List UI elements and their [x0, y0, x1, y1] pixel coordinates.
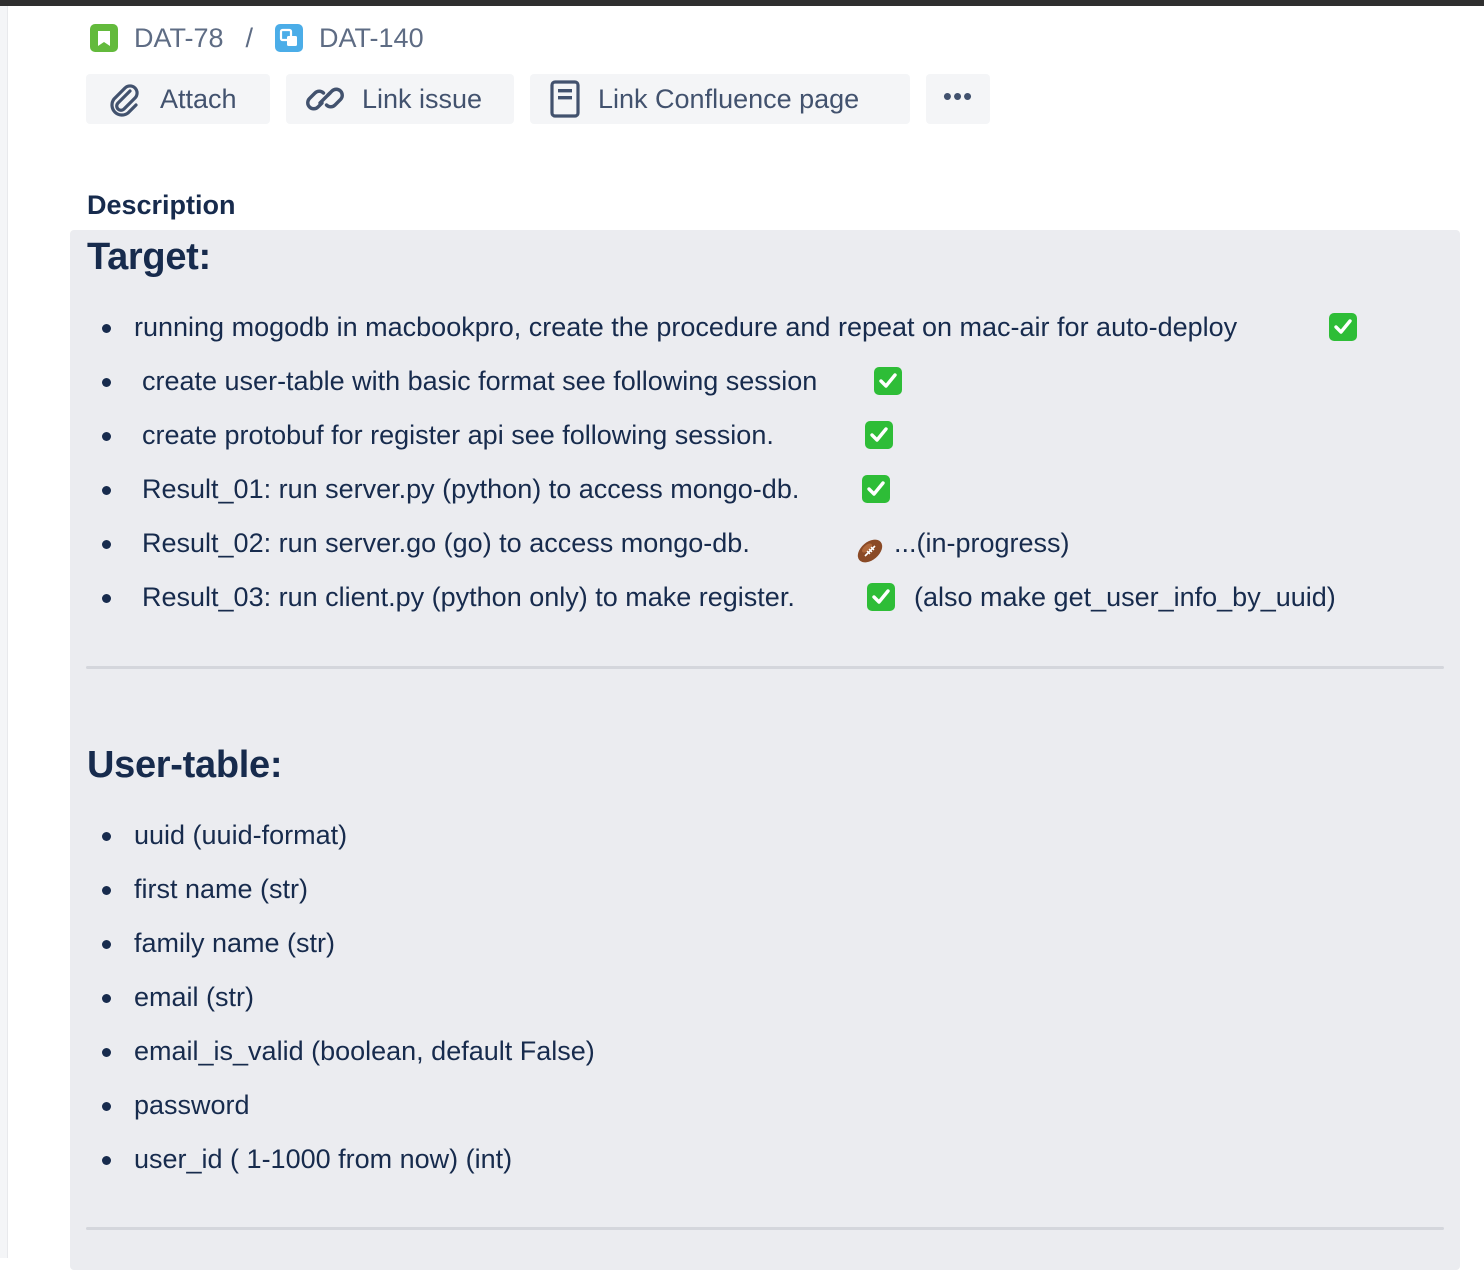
check-mark-icon: [865, 421, 893, 449]
list-item-text: Result_01: run server.py (python) to acc…: [142, 474, 800, 504]
list-item-note: (also make get_user_info_by_uuid): [914, 582, 1336, 612]
breadcrumb-current-issue[interactable]: DAT-140: [275, 23, 424, 54]
list-item-text: create protobuf for register api see fol…: [142, 420, 774, 450]
list-item-text: email_is_valid (boolean, default False): [134, 1036, 595, 1066]
link-icon: [306, 81, 344, 117]
attach-label: Attach: [160, 83, 237, 114]
more-actions-button[interactable]: •••: [926, 74, 990, 124]
link-issue-label: Link issue: [362, 83, 483, 114]
horizontal-rule: [86, 666, 1444, 669]
subtask-icon: [275, 24, 304, 52]
description-editor[interactable]: Target: running mogodb in macbookpro, cr…: [70, 230, 1460, 1270]
list-item-text: uuid (uuid-format): [134, 820, 348, 850]
link-confluence-page-label: Link Confluence page: [598, 83, 860, 114]
list-item-text: email (str): [134, 982, 254, 1012]
in-progress-note: ...(in-progress): [894, 528, 1070, 558]
description-label: Description: [87, 190, 236, 220]
document-icon: [550, 80, 580, 118]
list-item-text: family name (str): [134, 928, 336, 958]
breadcrumb-separator: /: [245, 22, 254, 53]
user-table-heading: User-table:: [87, 744, 283, 786]
list-item-text: password: [134, 1090, 250, 1120]
link-issue-button[interactable]: Link issue: [286, 74, 514, 124]
story-icon: [90, 24, 118, 52]
target-heading: Target:: [87, 236, 211, 278]
list-item-text: running mogodb in macbookpro, create the…: [134, 312, 1238, 342]
issue-action-toolbar: Attach Link issue Link Confluence page •…: [86, 74, 990, 124]
paperclip-icon: [106, 81, 142, 117]
check-mark-icon: [874, 367, 902, 395]
breadcrumb-parent-label: DAT-78: [134, 22, 224, 53]
link-confluence-page-button[interactable]: Link Confluence page: [530, 74, 910, 124]
list-item-text: Result_03: run client.py (python only) t…: [142, 582, 795, 612]
list-item-text: Result_02: run server.go (go) to access …: [142, 528, 750, 558]
horizontal-rule: [86, 1227, 1444, 1230]
football-icon: [855, 529, 885, 563]
breadcrumb: DAT-78 / DAT-140: [90, 20, 424, 56]
list-item-text: first name (str): [134, 874, 309, 904]
more-icon: •••: [942, 80, 974, 111]
breadcrumb-parent-issue[interactable]: DAT-78: [90, 23, 224, 54]
list-item-text: create user-table with basic format see …: [142, 366, 818, 396]
attach-button[interactable]: Attach: [86, 74, 270, 124]
left-panel-edge: [0, 6, 8, 1258]
list-item-text: user_id ( 1-1000 from now) (int): [134, 1144, 513, 1174]
check-mark-icon: [862, 475, 890, 503]
check-mark-icon: [867, 583, 895, 611]
window-top-border: [0, 0, 1484, 6]
check-mark-icon: [1329, 313, 1357, 341]
breadcrumb-current-label: DAT-140: [319, 22, 424, 53]
